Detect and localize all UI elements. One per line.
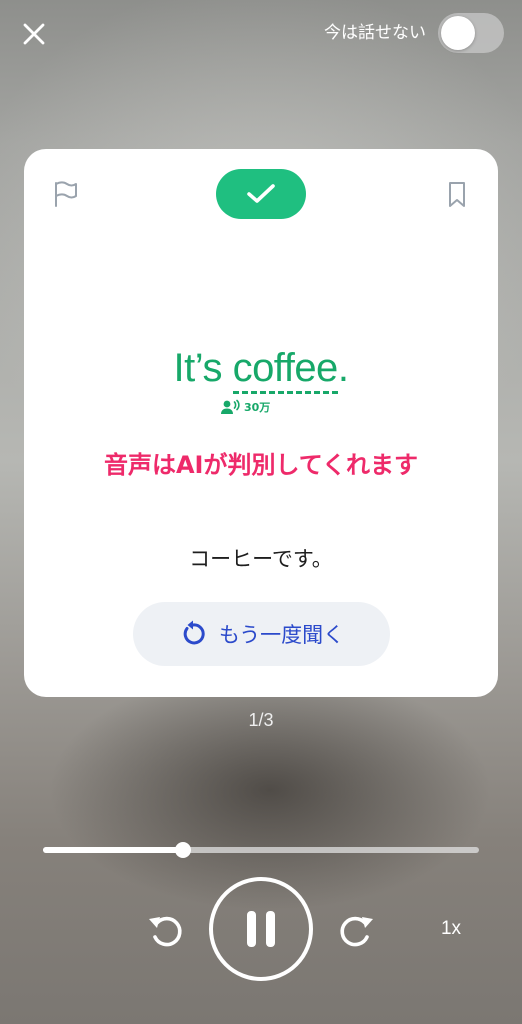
pause-icon: [247, 911, 275, 947]
pause-button[interactable]: [209, 877, 313, 981]
sentence-text: It’s: [173, 346, 233, 390]
speaker-count-value: 30万: [244, 401, 271, 414]
bookmark-button[interactable]: [442, 179, 472, 209]
toggle-knob: [441, 16, 475, 50]
cannot-speak-label: 今は話せない: [324, 23, 426, 43]
forward-icon: [340, 916, 373, 947]
check-icon: [247, 184, 275, 203]
progress-handle[interactable]: [174, 842, 191, 858]
people-voice-icon: [221, 399, 240, 414]
close-button[interactable]: [18, 18, 50, 50]
rewind-button[interactable]: [144, 908, 188, 952]
bookmark-icon: [449, 182, 465, 207]
english-sentence: It’s coffee.: [24, 345, 498, 394]
progress-fill: [43, 847, 183, 853]
flag-icon: [55, 181, 77, 207]
ai-caption: 音声はAIが判別してくれます: [103, 451, 419, 479]
correct-badge: [216, 169, 306, 219]
sentence-period: .: [337, 346, 349, 390]
speaker-count: 30万: [220, 398, 270, 416]
listen-again-button[interactable]: もう一度聞く: [133, 602, 390, 666]
lesson-card: It’s coffee. 30万 音声はAIが判別してくれます コーヒーです。 …: [24, 149, 498, 697]
page-counter: 1/3: [248, 710, 274, 730]
highlighted-word: coffee: [232, 346, 338, 394]
forward-button[interactable]: [334, 908, 378, 952]
cannot-speak-toggle[interactable]: [438, 13, 504, 53]
report-button[interactable]: [50, 179, 80, 209]
close-icon: [23, 23, 45, 45]
playback-speed-button[interactable]: 1x: [432, 914, 470, 944]
progress-bar[interactable]: [43, 842, 479, 858]
top-bar: 今は話せない: [0, 0, 522, 70]
listen-again-label: もう一度聞く: [218, 623, 345, 647]
japanese-translation: コーヒーです。: [189, 547, 333, 571]
replay-icon: [183, 620, 205, 645]
rewind-icon: [149, 916, 182, 947]
